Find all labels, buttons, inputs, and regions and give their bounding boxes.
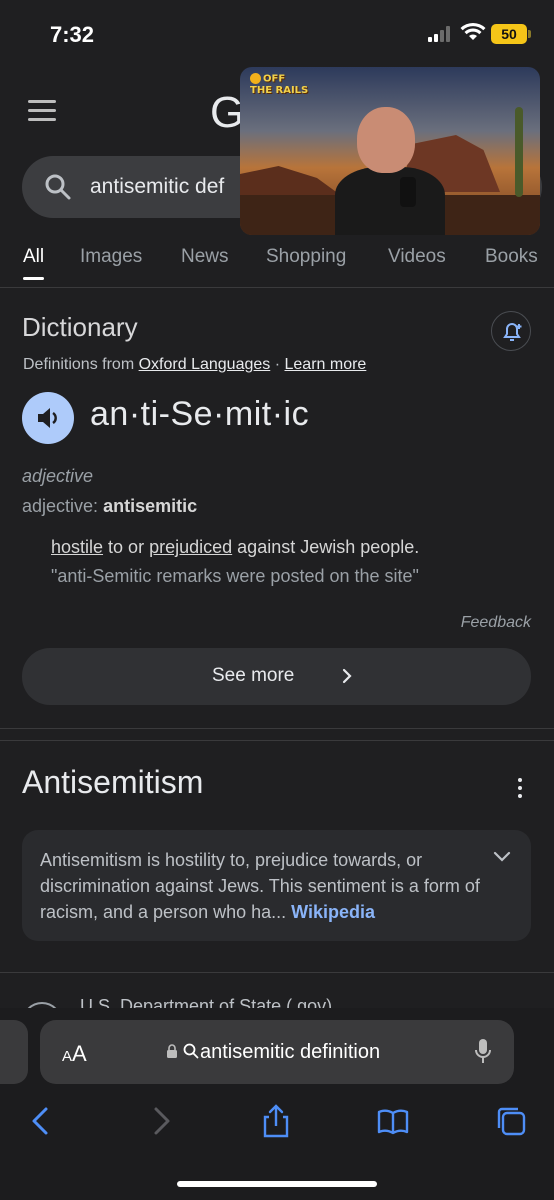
share-icon[interactable] bbox=[259, 1104, 293, 1138]
wikipedia-link[interactable]: Wikipedia bbox=[291, 902, 375, 922]
address-bar[interactable]: AA antisemitic definition bbox=[40, 1020, 514, 1084]
status-time: 7:32 bbox=[50, 22, 95, 47]
battery-level: 50 bbox=[501, 26, 517, 42]
video-person bbox=[335, 107, 445, 235]
definition-link-hostile[interactable]: hostile bbox=[51, 537, 103, 557]
see-more-label: See more bbox=[212, 665, 295, 686]
battery-icon: 50 bbox=[491, 24, 531, 44]
dictionary-title: Dictionary bbox=[22, 312, 138, 342]
tab-books[interactable]: Books bbox=[485, 246, 538, 268]
definition: hostile to or prejudiced against Jewish … bbox=[51, 537, 419, 558]
tab-news[interactable]: News bbox=[181, 246, 229, 268]
tab-all[interactable]: All bbox=[23, 246, 45, 280]
source-separator: · bbox=[274, 356, 281, 373]
menu-icon[interactable] bbox=[28, 100, 56, 122]
divider bbox=[0, 740, 554, 741]
headword: an·ti-Se·mit·ic bbox=[90, 395, 310, 433]
learn-more-link[interactable]: Learn more bbox=[285, 356, 367, 373]
search-tabs: All Images News Shopping Videos Books bbox=[0, 236, 554, 288]
part-of-speech: adjective bbox=[22, 466, 94, 486]
bookmarks-icon[interactable] bbox=[376, 1104, 410, 1138]
home-indicator[interactable] bbox=[177, 1181, 377, 1187]
url-text: antisemitic definition bbox=[200, 1041, 381, 1063]
dictionary-source: Definitions from Oxford Languages · Lear… bbox=[23, 356, 366, 374]
tabs-icon[interactable] bbox=[494, 1104, 528, 1138]
pronunciation-button[interactable] bbox=[22, 392, 74, 444]
reader-settings-button[interactable]: AA bbox=[62, 1041, 87, 1067]
feedback-link[interactable]: Feedback bbox=[461, 614, 531, 632]
pip-video-player[interactable]: OFF THE RAILS bbox=[240, 67, 540, 235]
microphone-icon[interactable] bbox=[474, 1038, 492, 1066]
definition-mid: to or bbox=[108, 537, 145, 557]
pos-value: antisemitic bbox=[103, 496, 198, 516]
chevron-right-icon bbox=[342, 668, 352, 684]
browser-toolbar: AA antisemitic definition bbox=[0, 1008, 554, 1200]
wikipedia-snippet-card[interactable]: Antisemitism is hostility to, prejudice … bbox=[22, 830, 531, 941]
back-icon[interactable] bbox=[24, 1104, 58, 1138]
notification-bell-icon[interactable] bbox=[491, 311, 531, 351]
cellular-signal-icon bbox=[428, 26, 454, 42]
video-cactus bbox=[515, 107, 523, 197]
more-options-icon[interactable] bbox=[515, 778, 525, 800]
definition-example: "anti-Semitic remarks were posted on the… bbox=[51, 566, 419, 586]
divider bbox=[0, 972, 554, 973]
wifi-icon bbox=[460, 22, 486, 40]
see-more-button[interactable]: See more bbox=[22, 648, 531, 705]
definition-end: against Jewish people. bbox=[237, 537, 420, 557]
tab-videos[interactable]: Videos bbox=[388, 246, 446, 268]
snippet-ellipsis: ... bbox=[271, 902, 287, 922]
pos-label: adjective: bbox=[22, 496, 99, 516]
search-icon bbox=[183, 1043, 199, 1059]
divider bbox=[0, 728, 554, 729]
snippet-body: Antisemitism is hostility to, prejudice … bbox=[40, 850, 480, 922]
definition-link-prejudiced[interactable]: prejudiced bbox=[149, 537, 232, 557]
speaker-icon bbox=[38, 408, 57, 428]
chevron-down-icon[interactable] bbox=[492, 850, 512, 864]
knowledge-title: Antisemitism bbox=[22, 764, 204, 800]
oxford-languages-link[interactable]: Oxford Languages bbox=[139, 356, 271, 373]
lock-icon bbox=[167, 1044, 177, 1058]
snippet-text: Antisemitism is hostility to, prejudice … bbox=[40, 847, 480, 925]
forward-icon[interactable] bbox=[144, 1104, 178, 1138]
off-the-rails-logo: OFF THE RAILS bbox=[250, 73, 309, 96]
status-bar: 7:32 50 bbox=[0, 0, 554, 70]
source-prefix: Definitions from bbox=[23, 356, 135, 373]
video-microphone bbox=[400, 177, 416, 207]
part-of-speech-detail: adjective: antisemitic bbox=[22, 496, 197, 517]
search-icon bbox=[45, 174, 71, 200]
previous-tab-pill[interactable] bbox=[0, 1020, 28, 1084]
tab-shopping[interactable]: Shopping bbox=[266, 246, 346, 268]
tab-images[interactable]: Images bbox=[80, 246, 142, 268]
search-query: antisemitic def bbox=[90, 175, 225, 198]
